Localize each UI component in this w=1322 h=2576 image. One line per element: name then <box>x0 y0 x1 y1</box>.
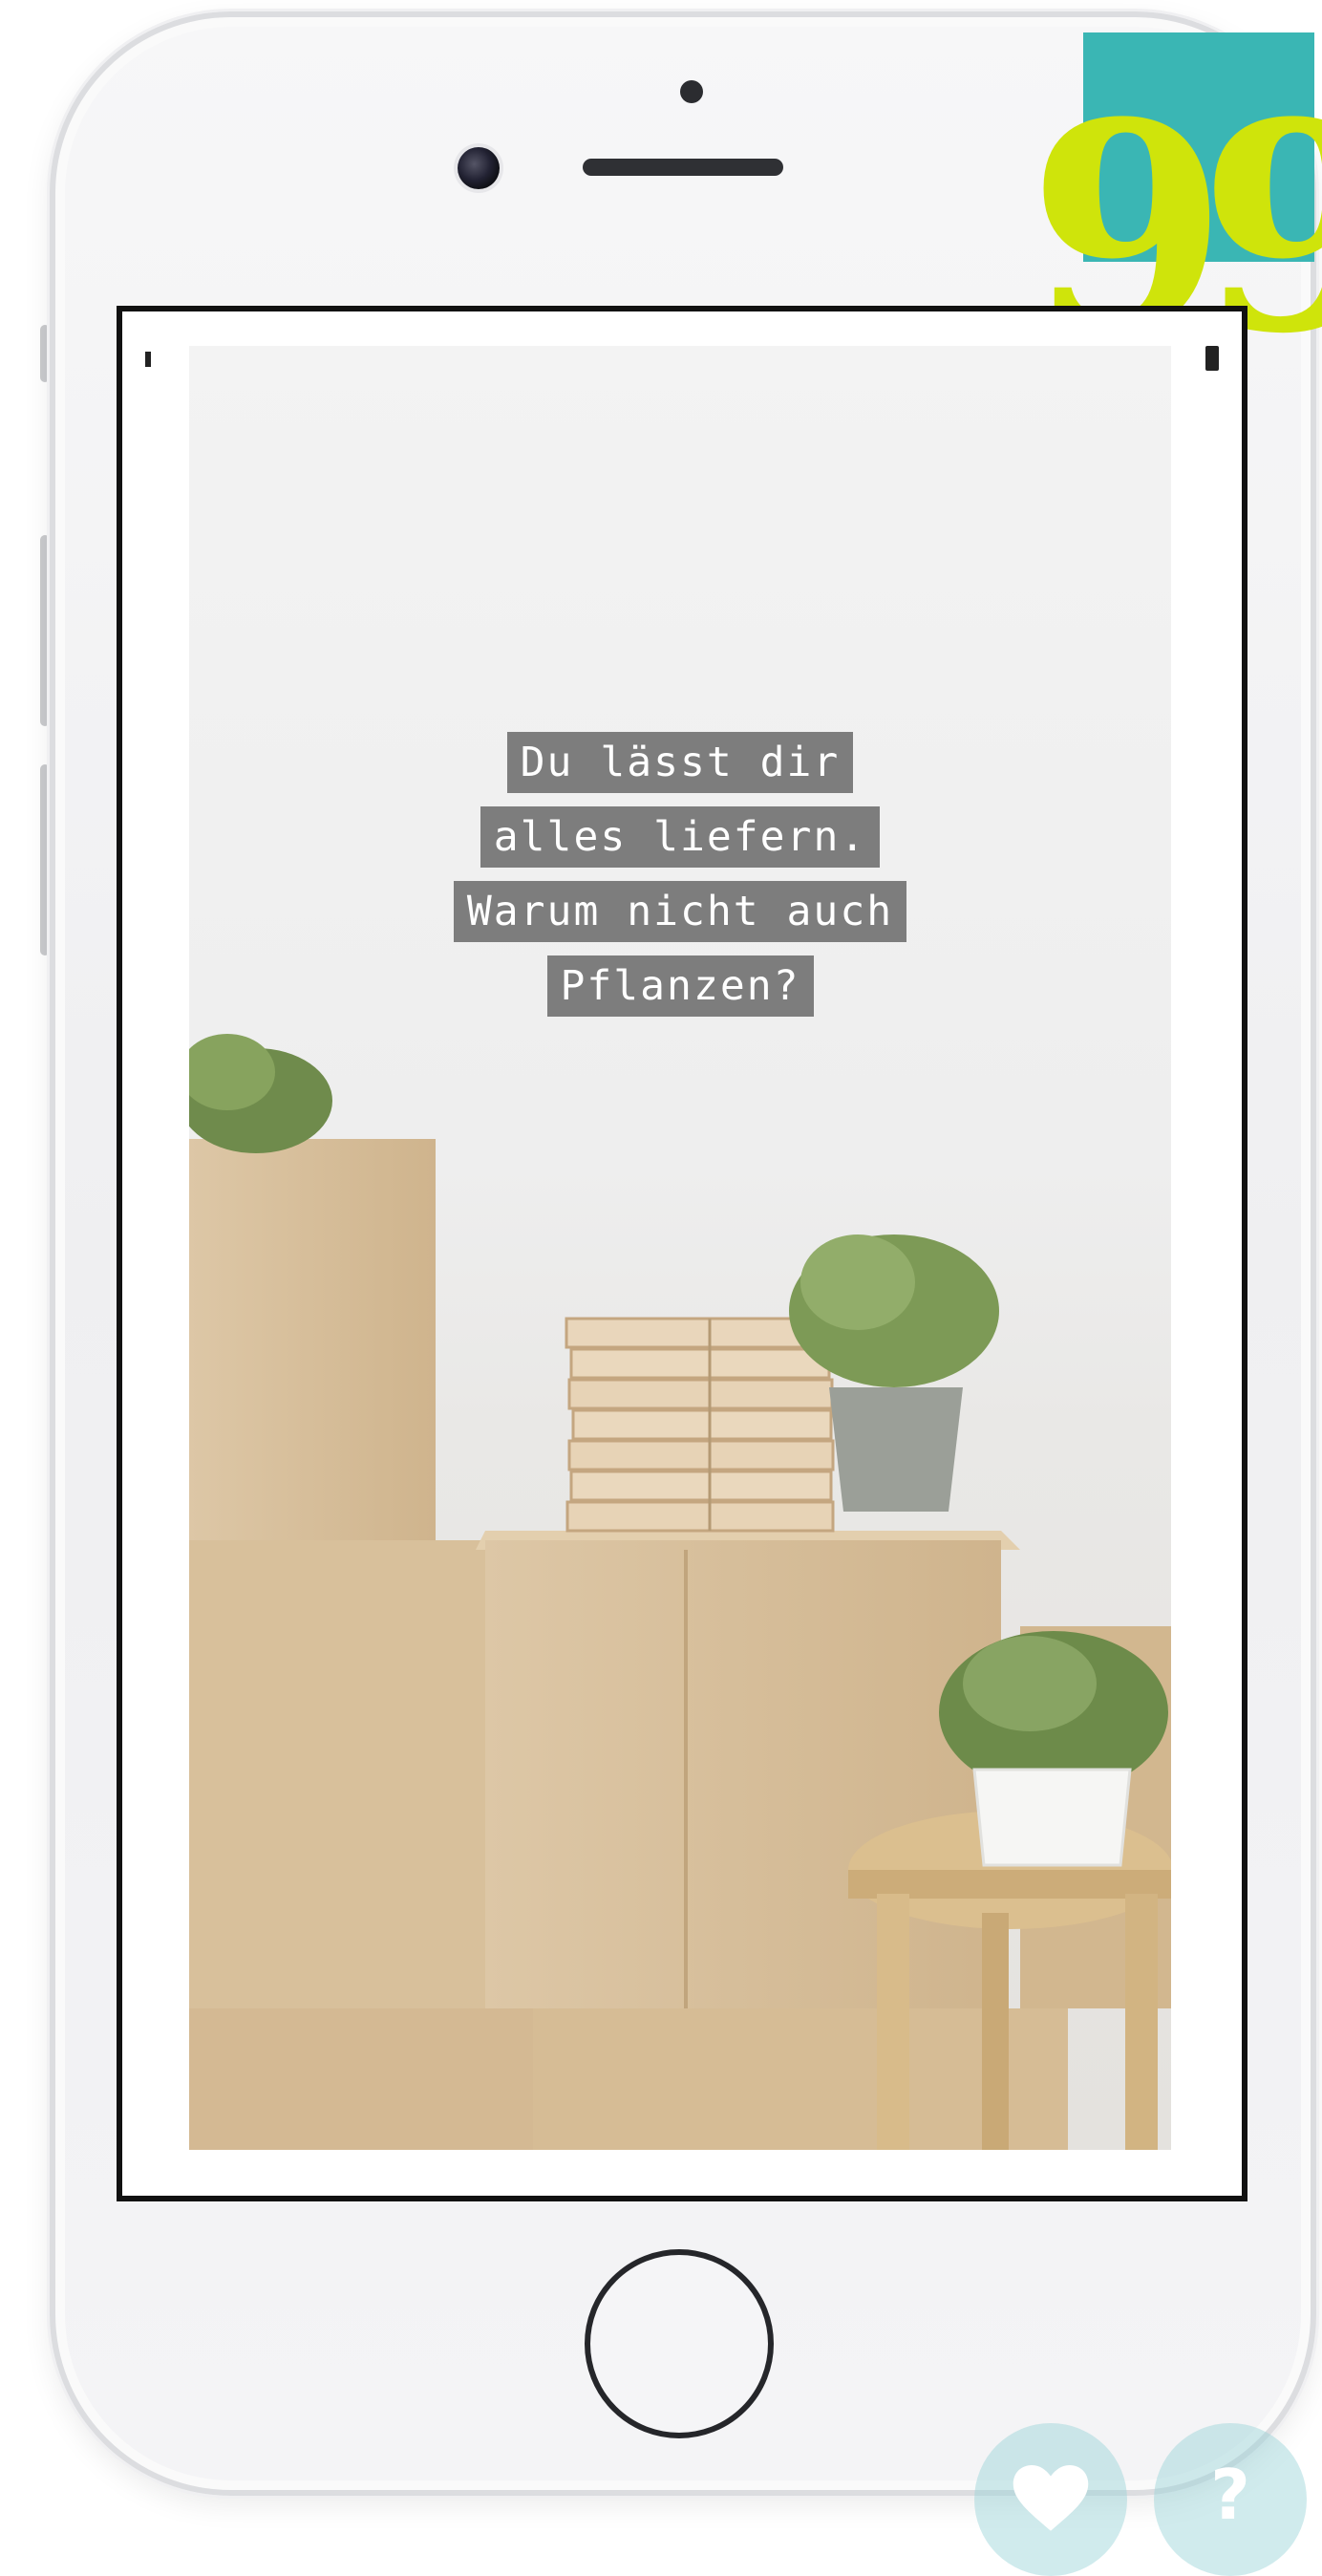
volume-down-button <box>40 764 50 955</box>
earpiece-speaker <box>583 159 783 176</box>
plant-left <box>189 1034 332 1153</box>
quote-badge: 99 <box>1028 32 1322 372</box>
like-button[interactable] <box>974 2423 1127 2576</box>
book-stack <box>565 1317 836 1533</box>
story-image[interactable]: Du lässt dir alles liefern. Warum nicht … <box>189 346 1171 2150</box>
caption-line-4: Pflanzen? <box>546 955 814 1017</box>
caption-line-2: alles liefern. <box>480 806 881 868</box>
help-icon: ? <box>1210 2455 1250 2535</box>
mute-switch <box>40 325 50 382</box>
help-button[interactable]: ? <box>1154 2423 1307 2576</box>
caption-line-3: Warum nicht auch <box>453 881 907 942</box>
front-camera-icon <box>458 147 500 189</box>
moving-boxes-scene <box>189 1034 1171 2150</box>
home-button[interactable] <box>585 2249 774 2438</box>
caption-line-1: Du lässt dir <box>506 732 854 793</box>
heart-icon <box>1013 2465 1089 2531</box>
status-indicator-right <box>1205 346 1219 371</box>
status-indicator-left <box>145 352 151 367</box>
story-caption: Du lässt dir alles liefern. Warum nicht … <box>189 732 1171 1030</box>
proximity-sensor <box>680 80 703 103</box>
volume-up-button <box>40 535 50 726</box>
phone-screen: Du lässt dir alles liefern. Warum nicht … <box>117 306 1247 2201</box>
